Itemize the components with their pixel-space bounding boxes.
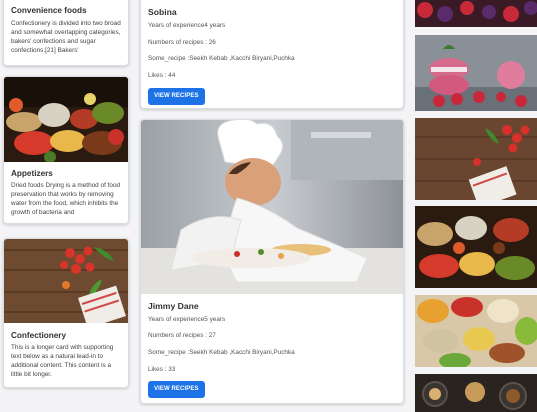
gallery-image-platter bbox=[415, 295, 537, 367]
card-title: Convenience foods bbox=[11, 6, 87, 15]
chef-likes: Likes : 33 bbox=[148, 366, 176, 373]
gallery-image-macarons bbox=[415, 35, 537, 111]
chef-recipe-count: Numbers of recipes : 27 bbox=[148, 332, 216, 339]
chef-recipe-count: Numbers of recipes : 26 bbox=[148, 39, 216, 46]
chef-card-jimmy-dane: Jimmy Dane Years of experience5 years Nu… bbox=[140, 119, 404, 404]
gallery-image-tomatoes bbox=[415, 118, 537, 200]
card-title: Confectionery bbox=[11, 331, 67, 340]
chef-name: Jimmy Dane bbox=[148, 301, 199, 311]
gallery-image-dark-table bbox=[415, 374, 537, 412]
category-card-convenience: Convenience foods Confectionery is divid… bbox=[3, 0, 129, 66]
gallery-image-food-spread bbox=[415, 206, 537, 288]
chef-card-sobina: Sobina Years of experience4 years Number… bbox=[140, 0, 404, 109]
chef-likes: Likes : 44 bbox=[148, 72, 176, 79]
category-card-confectionery: Confectionery This is a longer card with… bbox=[3, 238, 129, 388]
category-card-appetizers: Appetizers Dried foods Drying is a metho… bbox=[3, 76, 129, 224]
chef-some-recipe: Some_recipe :Seekh Kebab ,Kacchi Biryani… bbox=[148, 349, 295, 356]
chef-photo bbox=[141, 120, 403, 294]
chef-some-recipe: Some_recipe :Seekh Kebab ,Kacchi Biryani… bbox=[148, 55, 295, 62]
view-recipes-button[interactable]: VIEW RECIPES bbox=[148, 381, 205, 398]
view-recipes-button[interactable]: VIEW RECIPES bbox=[148, 88, 205, 105]
confectionery-image bbox=[4, 239, 128, 323]
chef-experience: Years of experience5 years bbox=[148, 316, 226, 323]
card-text: This is a longer card with supporting te… bbox=[11, 344, 114, 378]
chef-name: Sobina bbox=[148, 7, 177, 17]
gallery-image-berries bbox=[415, 0, 537, 27]
card-text: Dried foods Drying is a method of food p… bbox=[11, 182, 121, 216]
card-title: Appetizers bbox=[11, 169, 53, 178]
appetizers-image bbox=[4, 77, 128, 162]
card-text: Confectionery is divided into two broad … bbox=[11, 20, 121, 54]
chef-experience: Years of experience4 years bbox=[148, 22, 226, 29]
